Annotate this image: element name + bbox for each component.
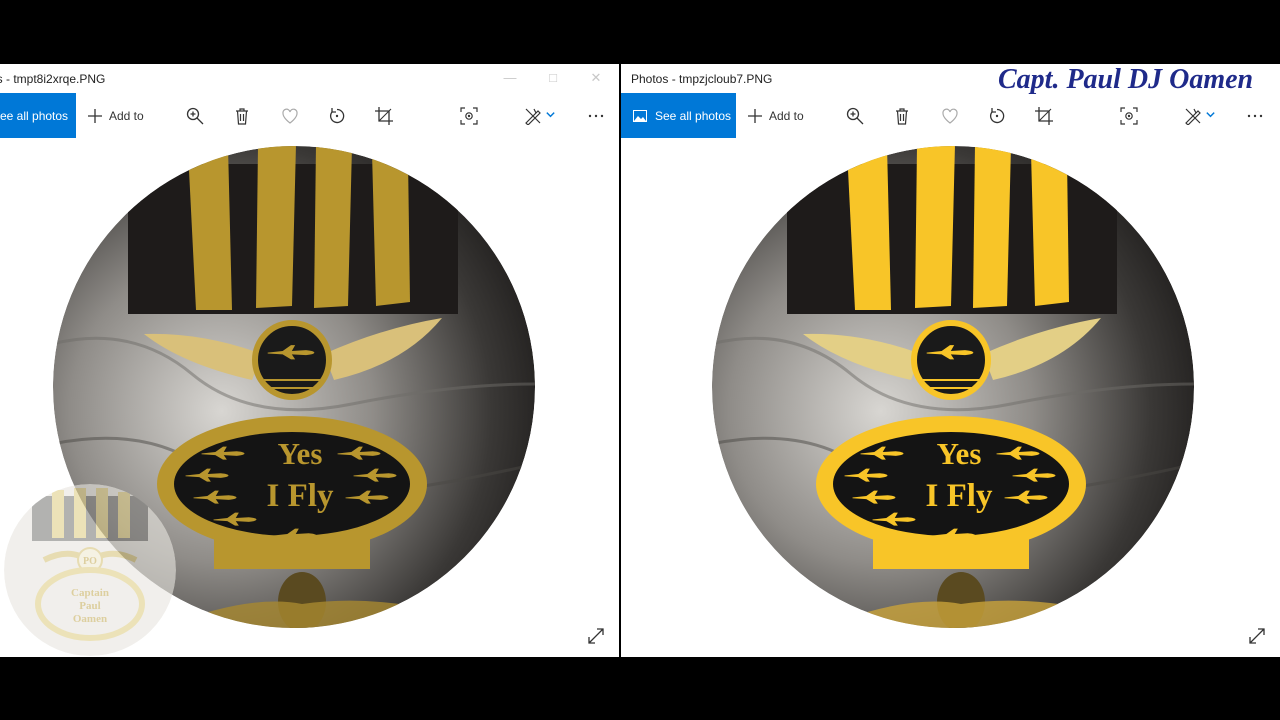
see-all-photos-button[interactable]: ee all photos: [0, 93, 76, 138]
delete-icon[interactable]: [891, 105, 913, 127]
add-to-label: Add to: [109, 108, 144, 123]
watermark-line3: Oamen: [73, 613, 107, 625]
more-icon[interactable]: [1244, 105, 1266, 127]
photos-window-right: Photos - tmpzjcloub7.PNG See all photos …: [621, 64, 1280, 657]
rotate-icon[interactable]: [986, 105, 1008, 127]
overlay-caption: Capt. Paul DJ Oamen: [998, 64, 1254, 95]
crop-icon[interactable]: [373, 105, 395, 127]
more-icon[interactable]: [585, 105, 607, 127]
see-all-photos-button[interactable]: See all photos: [621, 93, 736, 138]
edit-icon[interactable]: [522, 105, 544, 127]
badge-text-yes: Yes: [937, 436, 982, 471]
window-title: Photos - tmpzjcloub7.PNG: [631, 72, 773, 86]
watermark-logo: PO Captain Paul Oamen: [4, 484, 176, 656]
chevron-down-icon[interactable]: [1203, 103, 1217, 125]
badge-text-yes: Yes: [278, 436, 323, 471]
title-bar: os - tmpt8i2xrqe.PNG — □ ✕: [0, 64, 619, 94]
badge-text-fly: I Fly: [267, 478, 334, 514]
add-icon: [748, 108, 762, 123]
badge-text-fly: I Fly: [926, 478, 993, 514]
watermark-initials: PO: [83, 556, 97, 567]
photos-icon: [633, 109, 647, 122]
add-icon: [88, 108, 102, 123]
rotate-icon[interactable]: [326, 105, 348, 127]
add-to-button[interactable]: Add to: [748, 93, 804, 138]
close-icon[interactable]: ✕: [584, 68, 608, 88]
watermark-line2: Paul: [79, 600, 100, 612]
see-all-photos-label: ee all photos: [0, 108, 69, 123]
heart-icon[interactable]: [279, 105, 301, 127]
toolbar: ee all photos Add to: [0, 93, 619, 138]
toolbar: See all photos Add to: [621, 93, 1280, 138]
expand-icon[interactable]: [1248, 627, 1266, 645]
minimize-icon[interactable]: —: [498, 68, 522, 88]
zoom-in-icon[interactable]: [184, 105, 206, 127]
window-title: os - tmpt8i2xrqe.PNG: [0, 72, 106, 86]
maximize-icon[interactable]: □: [541, 68, 565, 88]
photo-viewer: Yes I Fly: [621, 138, 1280, 657]
badge-image[interactable]: Yes I Fly: [711, 144, 1195, 630]
add-to-button[interactable]: Add to: [88, 93, 144, 138]
enhance-icon[interactable]: [458, 105, 480, 127]
add-to-label: Add to: [769, 108, 804, 123]
delete-icon[interactable]: [231, 105, 253, 127]
zoom-in-icon[interactable]: [844, 105, 866, 127]
watermark-line1: Captain: [71, 587, 109, 599]
heart-icon[interactable]: [939, 105, 961, 127]
edit-icon[interactable]: [1182, 105, 1204, 127]
see-all-photos-label: See all photos: [655, 108, 732, 123]
chevron-down-icon[interactable]: [543, 103, 557, 125]
enhance-icon[interactable]: [1118, 105, 1140, 127]
expand-icon[interactable]: [587, 627, 605, 645]
crop-icon[interactable]: [1033, 105, 1055, 127]
